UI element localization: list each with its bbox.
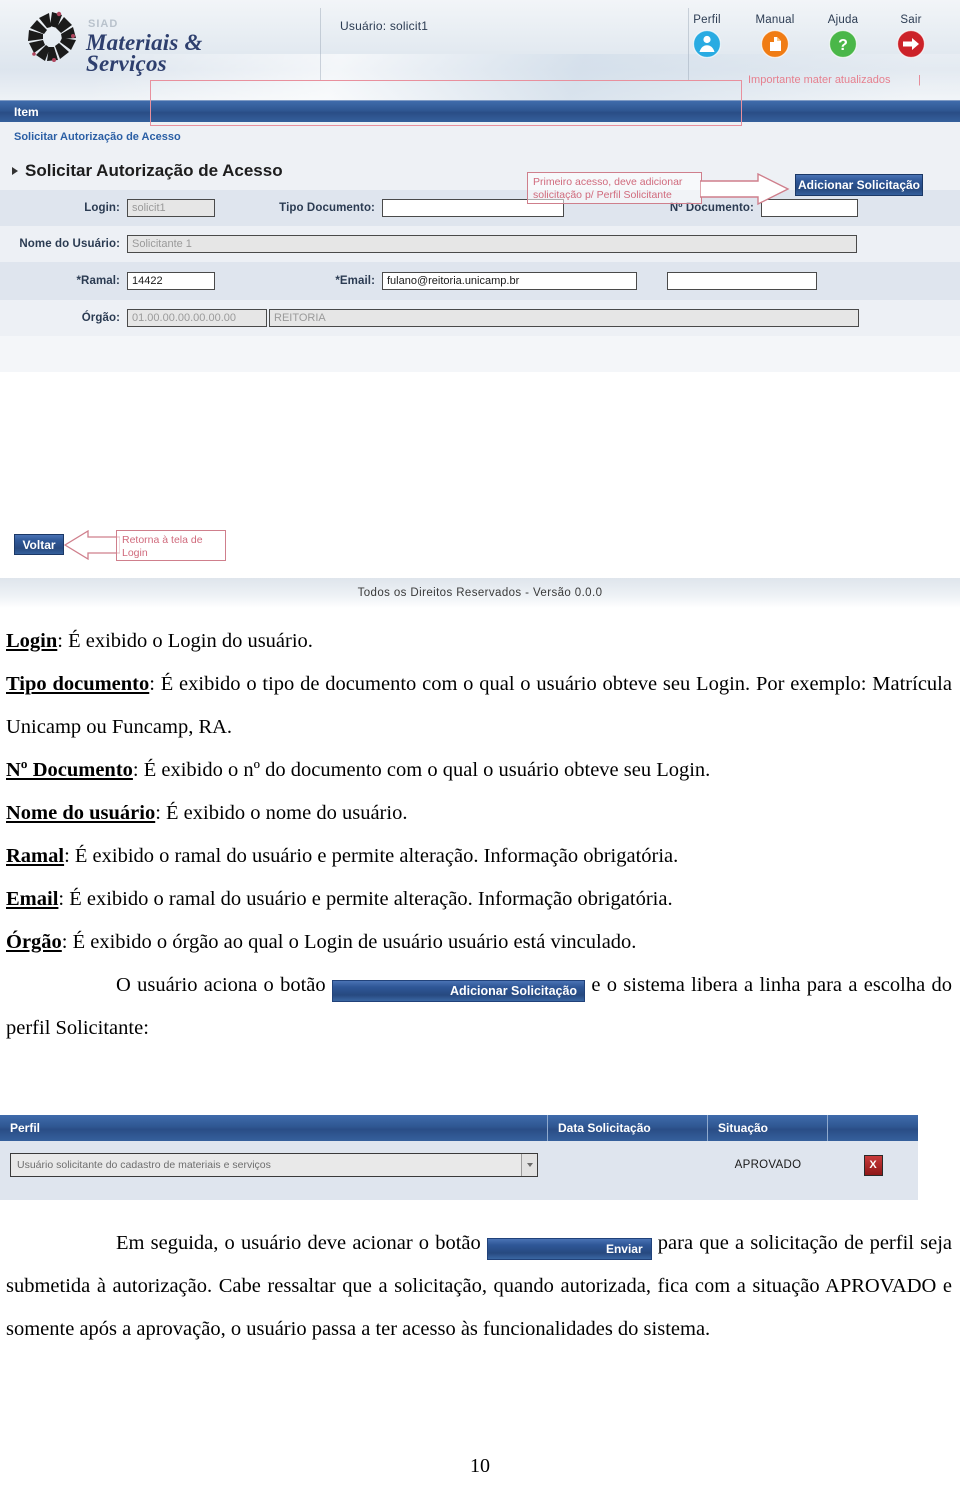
siad-pinwheel-icon — [24, 8, 80, 66]
document-body: Login: É exibido o Login do usuário. Tip… — [0, 620, 960, 1050]
voltar-annotation-line-2: Login — [122, 547, 148, 559]
text-orgao: : É exibido o órgão ao qual o Login de u… — [61, 931, 637, 953]
situacao-value: APROVADO — [734, 1159, 802, 1171]
annotation-arrow-left — [63, 529, 121, 565]
exit-arrow-icon[interactable] — [897, 30, 925, 58]
application-screenshot: SIAD Materiais & Serviços Usuário: solic… — [0, 0, 960, 608]
importante-annotation: Importante mater atualizados — [748, 74, 891, 86]
header-action-manual-label: Manual — [755, 14, 795, 26]
item-bar: Item — [0, 100, 960, 122]
tipo-documento-label: Tipo Documento: — [279, 202, 375, 214]
breadcrumb[interactable]: Solicitar Autorização de Acesso — [0, 122, 960, 152]
header-action-sair-label: Sair — [900, 14, 922, 26]
app-logo: SIAD Materiais & Serviços — [24, 8, 203, 76]
table-footer-strip — [0, 1189, 918, 1200]
remove-row-button[interactable]: X — [863, 1154, 883, 1176]
orgao-code-input: 01.00.00.00.00.00.00 — [127, 309, 267, 327]
paragraph-numero-documento: Nº Documento: É exibido o nº do document… — [0, 749, 960, 792]
page-number: 10 — [470, 1455, 490, 1477]
orgao-name-input: REITORIA — [269, 309, 859, 327]
paragraph-nome-usuario: Nome do usuário: É exibido o nome do usu… — [0, 792, 960, 835]
header-action-perfil-label: Perfil — [693, 14, 721, 26]
term-email: Email — [6, 888, 59, 910]
document-body-continued: Em seguida, o usuário deve acionar o bot… — [0, 1222, 960, 1351]
nome-usuario-label: Nome do Usuário: — [19, 238, 120, 250]
document-page: SIAD Materiais & Serviços Usuário: solic… — [0, 0, 960, 1491]
paragraph-enviar: Em seguida, o usuário deve acionar o bot… — [0, 1222, 960, 1351]
user-icon[interactable] — [693, 30, 721, 58]
app-footer: Todos os Direitos Reservados - Versão 0.… — [0, 578, 960, 608]
importante-annotation-tick: | — [918, 74, 921, 86]
nome-usuario-input: Solicitante 1 — [127, 235, 857, 253]
primeiro-acesso-annotation: Primeiro acesso, deve adicionar solicita… — [527, 172, 702, 204]
back-button[interactable]: Voltar — [14, 534, 64, 555]
term-tipo-documento: Tipo documento — [6, 673, 150, 695]
header-action-perfil[interactable]: Perfil — [682, 14, 732, 58]
caret-right-icon — [12, 167, 18, 175]
header-action-ajuda[interactable]: Ajuda ? — [818, 14, 868, 58]
ramal-label: *Ramal: — [76, 275, 120, 287]
form-row-ramal-email: *Ramal: 14422 *Email: fulano@reitoria.un… — [0, 262, 960, 300]
header-actions: Perfil Manual Ajuda ? Sair — [682, 14, 936, 58]
login-label: Login: — [84, 202, 120, 214]
perfil-select-value: Usuário solicitante do cadastro de mater… — [17, 1159, 271, 1171]
text-nome-usuario: : É exibido o nome do usuário. — [155, 802, 408, 824]
logo-line-2: Serviços — [86, 51, 167, 76]
table-header-data-solicitacao: Data Solicitação — [548, 1115, 708, 1141]
text-numero-documento: : É exibido o nº do documento com o qual… — [132, 759, 711, 781]
term-nome-usuario: Nome do usuário — [6, 802, 156, 824]
text-enviar-pre: Em seguida, o usuário deve acionar o bot… — [116, 1232, 487, 1254]
table-header-actions — [828, 1115, 918, 1141]
table-header-perfil: Perfil — [0, 1115, 548, 1141]
paragraph-login: Login: É exibido o Login do usuário. — [0, 620, 960, 663]
form-row-orgao: Órgão: 01.00.00.00.00.00.00 REITORIA — [0, 300, 960, 336]
term-numero-documento: Nº Documento — [6, 759, 133, 781]
annotation-arrow-right — [699, 172, 790, 210]
profile-table-screenshot: Perfil Data Solicitação Situação Usuário… — [0, 1115, 918, 1200]
text-login: : É exibido o Login do usuário. — [57, 630, 313, 652]
table-header-row: Perfil Data Solicitação Situação — [0, 1115, 918, 1141]
page-title-label: Solicitar Autorização de Acesso — [25, 161, 283, 180]
logged-user-label: Usuário: solicit1 — [340, 19, 429, 33]
text-ramal: : É exibido o ramal do usuário e permite… — [64, 845, 679, 867]
email-input[interactable]: fulano@reitoria.unicamp.br — [382, 272, 637, 290]
paragraph-ramal: Ramal: É exibido o ramal do usuário e pe… — [0, 835, 960, 878]
term-ramal: Ramal — [6, 845, 65, 867]
table-header-situacao: Situação — [708, 1115, 828, 1141]
paragraph-tipo-documento: Tipo documento: É exibido o tipo de docu… — [0, 663, 960, 749]
primeiro-acesso-line-1: Primeiro acesso, deve adicionar — [533, 176, 683, 188]
paragraph-email: Email: É exibido o ramal do usuário e pe… — [0, 878, 960, 921]
header-action-sair[interactable]: Sair — [886, 14, 936, 58]
ramal-input[interactable]: 14422 — [127, 272, 215, 290]
logo-line-1: Materiais & — [86, 30, 203, 55]
header-divider-left — [320, 8, 321, 80]
form-row-nome: Nome do Usuário: Solicitante 1 — [0, 226, 960, 262]
paragraph-adicionar-solicitacao: O usuário aciona o botão Adicionar Solic… — [0, 964, 960, 1050]
term-login: Login — [6, 630, 58, 652]
inline-send-button[interactable]: Enviar — [486, 1238, 652, 1260]
logo-siad-text: SIAD — [88, 18, 119, 30]
inline-add-request-button[interactable]: Adicionar Solicitação — [331, 980, 586, 1002]
question-icon[interactable]: ? — [829, 30, 857, 58]
extra-input[interactable] — [667, 272, 817, 290]
svg-text:?: ? — [838, 37, 848, 54]
table-row: Usuário solicitante do cadastro de mater… — [0, 1141, 918, 1189]
chevron-down-icon[interactable] — [521, 1154, 537, 1176]
term-orgao: Órgão — [6, 931, 62, 953]
text-email: : É exibido o ramal do usuário e permite… — [58, 888, 673, 910]
perfil-select[interactable]: Usuário solicitante do cadastro de mater… — [10, 1153, 538, 1177]
primeiro-acesso-line-2: solicitação p/ Perfil Solicitante — [533, 189, 672, 201]
login-input: solicit1 — [127, 199, 215, 217]
document-icon[interactable] — [761, 30, 789, 58]
text-adicionar-pre: O usuário aciona o botão — [116, 974, 332, 996]
add-request-button[interactable]: Adicionar Solicitação — [795, 174, 923, 196]
access-request-form: Login: solicit1 Tipo Documento: Nº Docum… — [0, 74, 960, 372]
email-label: *Email: — [335, 275, 375, 287]
orgao-label: Órgão: — [81, 312, 120, 324]
voltar-annotation: Retorna à tela de Login — [116, 530, 226, 561]
header-action-manual[interactable]: Manual — [750, 14, 800, 58]
header-action-ajuda-label: Ajuda — [827, 14, 859, 26]
voltar-annotation-line-1: Retorna à tela de — [122, 534, 203, 546]
paragraph-orgao: Órgão: É exibido o órgão ao qual o Login… — [0, 921, 960, 964]
